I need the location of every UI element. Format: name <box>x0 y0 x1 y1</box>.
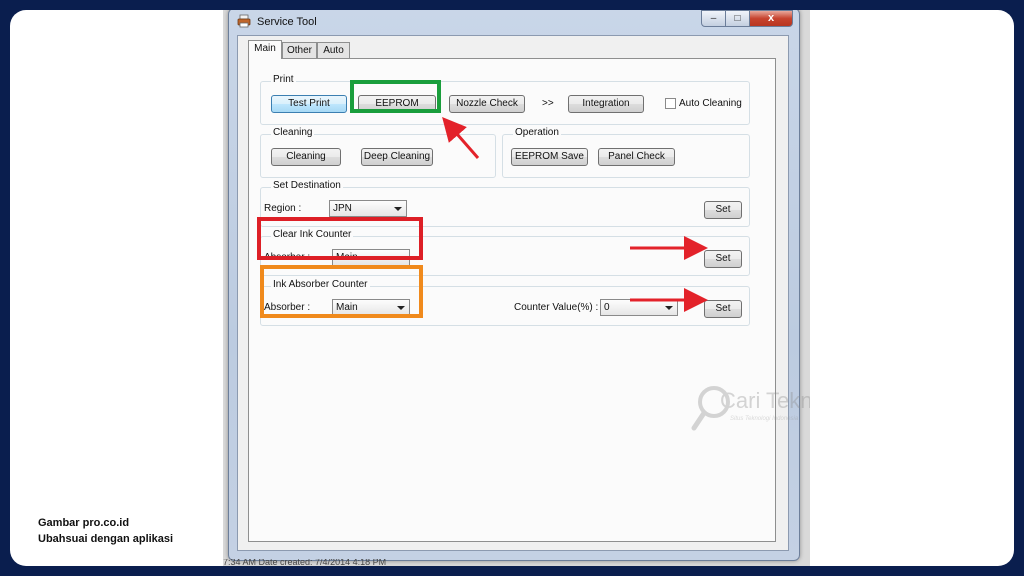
caption-line-1: Gambar pro.co.id <box>38 517 130 529</box>
caption-line-2: Ubahsuai dengan aplikasi <box>38 533 174 545</box>
eeprom-arrow <box>442 116 480 159</box>
image-caption: Gambar pro.co.id Ubahsuai dengan aplikas… <box>38 515 173 547</box>
annotation-arrows <box>442 116 708 312</box>
tab-main[interactable]: Main <box>248 40 282 59</box>
image-card: Service Tool – □ x Main Other Auto Print… <box>10 10 1014 566</box>
